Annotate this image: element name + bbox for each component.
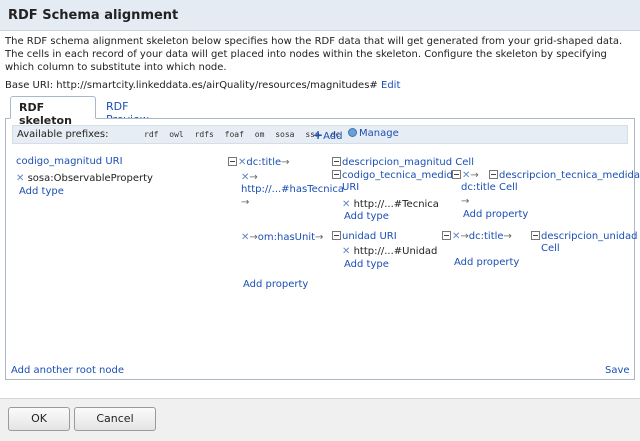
collapse-icon[interactable] [332, 157, 341, 166]
node-label[interactable]: descripcion_unidad [541, 231, 637, 242]
prefix-foaf[interactable]: foaf [225, 130, 244, 139]
property-has-tecnica: ✕→ [241, 172, 258, 183]
prefix-rdfs[interactable]: rdfs [195, 130, 214, 139]
collapse-icon[interactable] [332, 231, 341, 240]
root-add-type-link[interactable]: Add type [19, 186, 64, 197]
manage-prefixes-button[interactable]: Manage [348, 128, 399, 139]
node-unidad: unidad URI [332, 231, 397, 242]
arrow-right-icon: → [503, 231, 512, 242]
save-link[interactable]: Save [605, 365, 630, 376]
property-label[interactable]: dc:title [469, 231, 504, 242]
property-label[interactable]: dc:title [461, 182, 496, 193]
prefix-owl[interactable]: owl [169, 130, 183, 139]
node-label-line2[interactable]: Cell [541, 243, 560, 254]
collapse-icon[interactable] [452, 170, 461, 179]
add-property-link[interactable]: Add property [454, 257, 519, 268]
collapse-icon[interactable] [531, 231, 540, 240]
prefix-om[interactable]: om [255, 130, 265, 139]
root-node: codigo_magnitud URI [16, 156, 123, 167]
prefix-sosa[interactable]: sosa [275, 130, 294, 139]
property-label[interactable]: http://...#hasTecnica [241, 184, 344, 195]
arrow-right-icon: → [315, 232, 324, 243]
node-type-row: ✕ http://...#Unidad [342, 246, 437, 257]
tab-rdf-preview[interactable]: RDF Preview [98, 96, 157, 126]
property-has-unit: ✕→om:hasUnit→ [241, 232, 323, 243]
gear-icon [348, 128, 357, 137]
node-label-line2[interactable]: URI [342, 182, 359, 193]
arrow-right-icon: → [281, 157, 290, 168]
node-type-label: http://...#Unidad [353, 246, 438, 257]
property-dc-title: ✕dc:title→ [228, 157, 290, 168]
node-label-line2[interactable]: Cell [499, 182, 518, 193]
collapse-icon[interactable] [228, 157, 237, 166]
plus-icon: + [313, 128, 324, 142]
node-label[interactable]: descripcion_magnitud Cell [342, 157, 474, 168]
node-type-row: ✕ http://...#Tecnica [342, 199, 439, 210]
property-label[interactable]: dc:title [246, 157, 281, 168]
arrow-right-icon: → [470, 170, 479, 181]
node-descripcion-magnitud: descripcion_magnitud Cell [332, 157, 474, 168]
collapse-icon[interactable] [489, 170, 498, 179]
add-property-link[interactable]: Add property [463, 209, 528, 220]
root-node-label[interactable]: codigo_magnitud URI [16, 156, 123, 167]
prefix-rdf[interactable]: rdf [144, 130, 158, 139]
property-label[interactable]: om:hasUnit [258, 232, 315, 243]
prefix-bar: Available prefixes: rdf owl rdfs foaf om… [12, 125, 628, 144]
node-add-type-link[interactable]: Add type [344, 211, 389, 222]
node-codigo-tecnica: codigo_tecnica_medida [332, 170, 459, 181]
cancel-button[interactable]: Cancel [74, 407, 156, 431]
node-add-type-link[interactable]: Add type [344, 259, 389, 270]
nested-property-dc-title: ✕→ [452, 170, 479, 181]
node-type-label: http://...#Tecnica [353, 199, 439, 210]
prefix-label: Available prefixes: [17, 129, 109, 140]
collapse-icon[interactable] [442, 231, 451, 240]
arrow-right-icon: → [249, 232, 258, 243]
arrow-right-icon: → [460, 231, 469, 242]
add-root-node-link[interactable]: Add another root node [11, 365, 124, 376]
add-prefix-button[interactable]: +Add [313, 128, 342, 142]
arrow-right-icon: → [461, 196, 470, 207]
dialog-titlebar: RDF Schema alignment [0, 0, 640, 31]
arrow-right-icon: → [241, 197, 250, 208]
description-text: The RDF schema alignment skeleton below … [5, 36, 623, 73]
add-prefix-label: Add [323, 131, 343, 142]
node-descripcion-unidad: descripcion_unidad [531, 231, 637, 242]
root-type-label: sosa:ObservableProperty [27, 173, 153, 184]
tab-rdf-skeleton[interactable]: RDF skeleton [10, 96, 96, 127]
add-property-link[interactable]: Add property [243, 279, 308, 290]
node-label[interactable]: descripcion_tecnica_medida [499, 170, 640, 181]
remove-type-icon[interactable]: ✕ [342, 199, 350, 210]
base-uri-row: Base URI: http://smartcity.linkeddata.es… [5, 80, 400, 91]
base-uri-edit-link[interactable]: Edit [381, 80, 400, 91]
node-descripcion-tecnica: descripcion_tecnica_medida [489, 170, 640, 181]
manage-prefixes-label: Manage [359, 128, 399, 139]
dialog-footer: OK Cancel [0, 398, 640, 441]
ok-button[interactable]: OK [8, 407, 70, 431]
arrow-right-icon: → [249, 172, 258, 183]
remove-type-icon[interactable]: ✕ [342, 246, 350, 257]
dialog-title: RDF Schema alignment [8, 8, 179, 23]
collapse-icon[interactable] [332, 170, 341, 179]
root-type-row: ✕ sosa:ObservableProperty [16, 173, 153, 184]
nested-property-dc-title-2: ✕→dc:title→ [442, 231, 512, 242]
base-uri-label: Base URI: http://smartcity.linkeddata.es… [5, 80, 378, 91]
skeleton-panel: Available prefixes: rdf owl rdfs foaf om… [5, 118, 640, 380]
node-label[interactable]: unidad URI [342, 231, 397, 242]
node-label[interactable]: codigo_tecnica_medida [342, 170, 459, 181]
remove-type-icon[interactable]: ✕ [16, 173, 24, 184]
